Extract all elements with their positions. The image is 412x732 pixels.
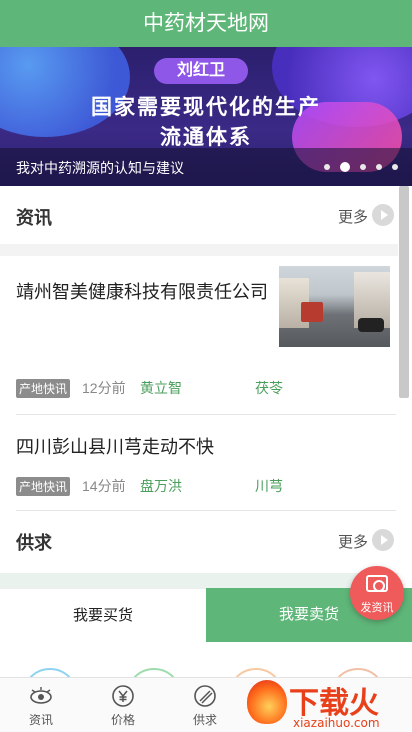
- news-section-header: 资讯 更多: [0, 186, 398, 244]
- chevron-right-icon[interactable]: [372, 204, 394, 226]
- eye-icon: [30, 687, 52, 704]
- tab-label: 资讯: [28, 713, 53, 727]
- news-section-title: 资讯: [16, 208, 52, 228]
- app-title: 中药材天地网: [0, 0, 412, 47]
- news-author[interactable]: 黄立智: [140, 378, 255, 398]
- tab-news[interactable]: 资讯: [0, 678, 82, 732]
- tab-label: 价格: [110, 713, 135, 727]
- news-item[interactable]: 靖州智美健康科技有限责任公司 产地快讯 12分前 黄立智 茯苓: [0, 256, 398, 414]
- news-item[interactable]: 四川彭山县川芎走动不快 产地快讯 14分前 盘万洪 川芎: [0, 415, 398, 511]
- news-time: 12分前: [82, 380, 126, 396]
- banner-caption: 我对中药溯源的认知与建议: [16, 160, 184, 176]
- news-author[interactable]: 盘万洪: [140, 476, 255, 496]
- news-thumbnail: [279, 266, 390, 347]
- news-meta: 产地快讯 12分前 黄立智 茯苓: [16, 378, 283, 398]
- post-news-button[interactable]: 发资讯: [350, 566, 404, 620]
- carousel-dot[interactable]: [376, 164, 382, 170]
- watermark-url: xiazaihuo.com: [293, 716, 380, 730]
- banner-title-line1: 国家需要现代化的生产: [91, 96, 321, 119]
- news-herb[interactable]: 川芎: [255, 476, 283, 496]
- thumb-car: [358, 318, 384, 332]
- tab-label: 供求: [192, 713, 217, 727]
- carousel-dot[interactable]: [324, 164, 330, 170]
- news-meta: 产地快讯 14分前 盘万洪 川芎: [16, 476, 283, 496]
- banner-author: 刘红卫: [154, 58, 248, 84]
- buy-tab[interactable]: 我要买货: [0, 588, 206, 642]
- news-title: 靖州智美健康科技有限责任公司: [16, 282, 268, 302]
- section-divider: [0, 244, 398, 256]
- supply-section-header: 供求 更多: [0, 511, 398, 569]
- news-title: 四川彭山县川芎走动不快: [16, 437, 214, 457]
- banner-caption-bar: 我对中药溯源的认知与建议: [0, 148, 412, 186]
- carousel-indicator: [324, 162, 398, 172]
- scrollbar[interactable]: [399, 186, 409, 398]
- carousel-dot[interactable]: [360, 164, 366, 170]
- supply-icon: [194, 685, 216, 707]
- watermark-logo: 下载火 xiazaihuo.com: [245, 676, 412, 732]
- camera-icon: [366, 575, 388, 592]
- flame-icon: [247, 680, 287, 724]
- supply-section-title: 供求: [16, 533, 52, 553]
- carousel-dot[interactable]: [392, 164, 398, 170]
- banner-title-line2: 流通体系: [160, 126, 252, 149]
- thumb-truck: [301, 302, 323, 322]
- chevron-right-icon[interactable]: [372, 529, 394, 551]
- banner-carousel[interactable]: 刘红卫 国家需要现代化的生产 流通体系 我对中药溯源的认知与建议: [0, 47, 412, 186]
- post-news-label: 发资讯: [360, 602, 394, 614]
- tab-supply[interactable]: 供求: [164, 678, 246, 732]
- news-time: 14分前: [82, 478, 126, 494]
- carousel-dot-active[interactable]: [340, 162, 350, 172]
- news-herb[interactable]: 茯苓: [255, 378, 283, 398]
- yuan-icon: [112, 685, 134, 707]
- news-tag: 产地快讯: [16, 378, 71, 398]
- supply-more-link[interactable]: 更多: [338, 531, 368, 552]
- tab-price[interactable]: 价格: [82, 678, 164, 732]
- news-more-link[interactable]: 更多: [338, 206, 368, 227]
- news-tag: 产地快讯: [16, 476, 71, 496]
